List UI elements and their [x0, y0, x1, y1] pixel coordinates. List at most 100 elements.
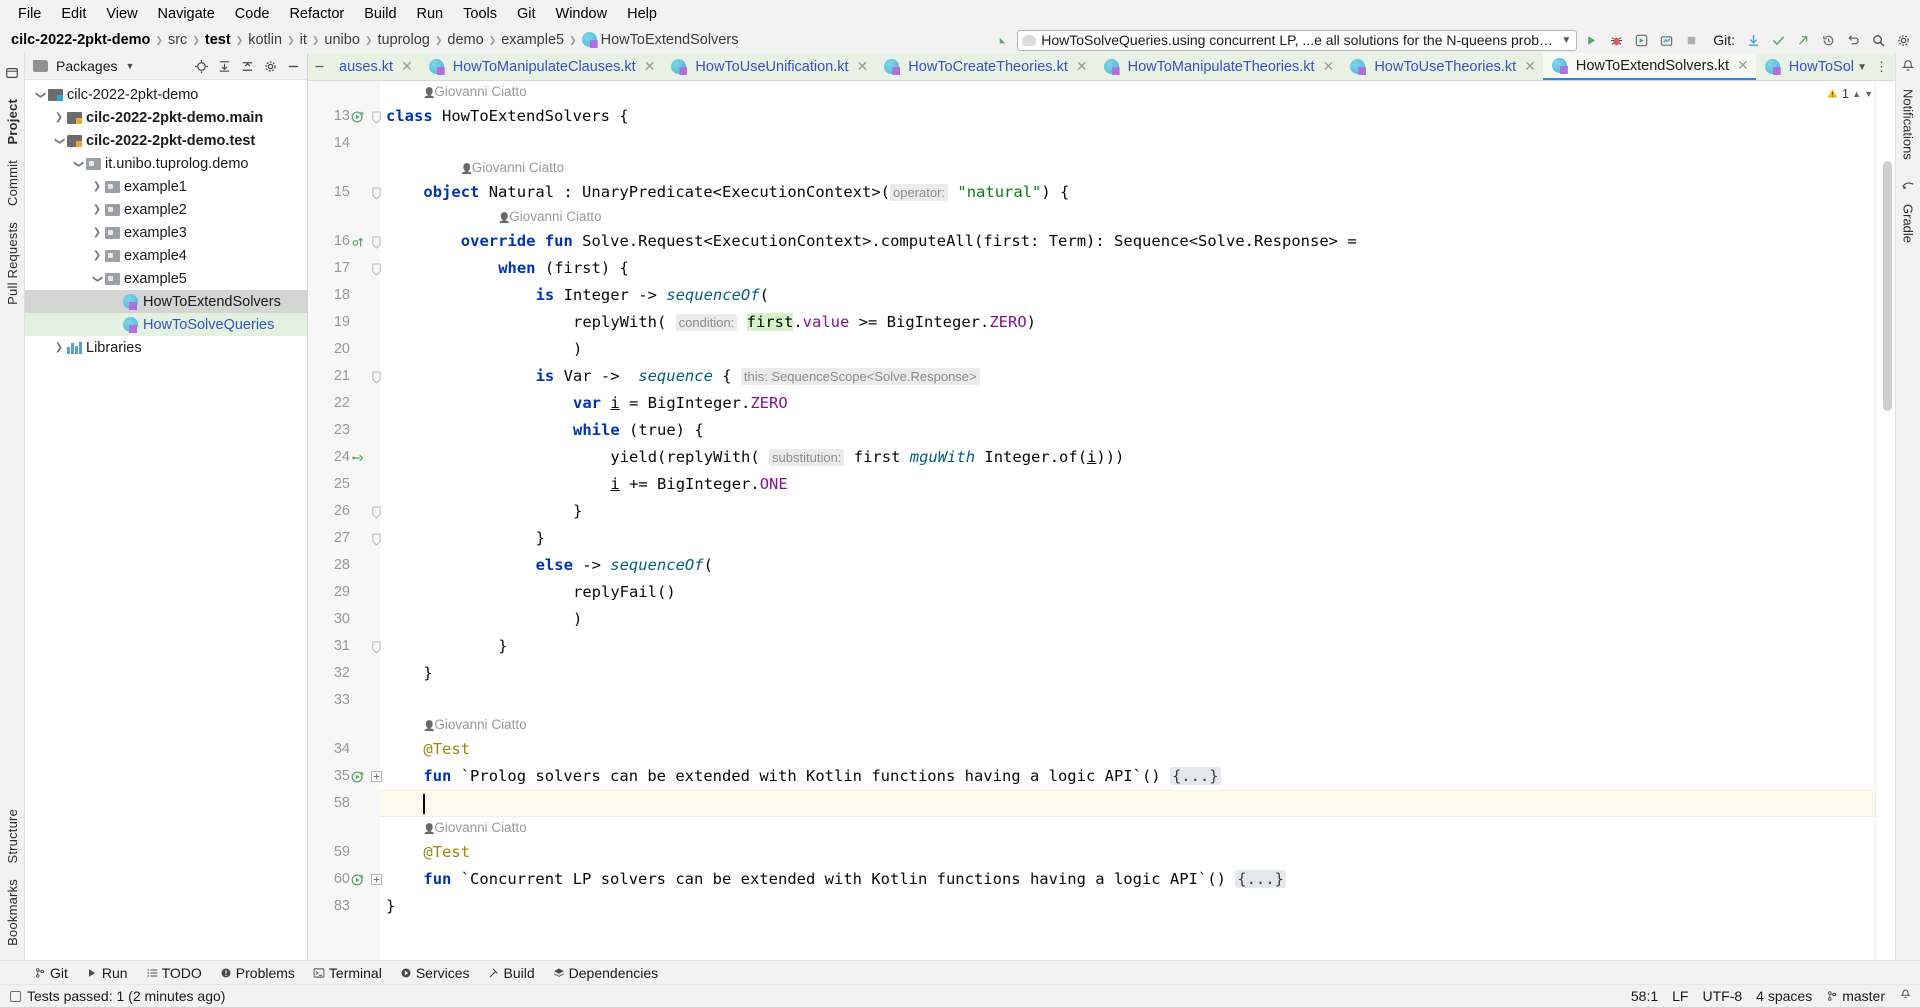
- profiler-button[interactable]: [1655, 29, 1677, 51]
- notification-bell-icon[interactable]: [1899, 988, 1912, 1004]
- breadcrumb-item-1[interactable]: src: [165, 32, 190, 48]
- breadcrumb-item-9[interactable]: HowToExtendSolvers: [579, 32, 742, 48]
- tree-node-howtoextendsolvers[interactable]: HowToExtendSolvers: [25, 290, 307, 313]
- chevron-right-icon[interactable]: ❯: [90, 227, 104, 238]
- update-project-button[interactable]: [1742, 29, 1764, 51]
- more-icon[interactable]: ⋮: [1872, 59, 1891, 75]
- close-icon[interactable]: ✕: [1076, 58, 1088, 75]
- code-line[interactable]: replyWith( condition: first.value >= Big…: [573, 309, 1036, 336]
- editor-tab-howtocreatetheories-kt[interactable]: HowToCreateTheories.kt ✕: [875, 53, 1094, 80]
- locate-icon[interactable]: [192, 57, 211, 76]
- close-icon[interactable]: ✕: [857, 58, 869, 75]
- code-line[interactable]: }: [573, 498, 582, 525]
- breadcrumb-item-3[interactable]: kotlin: [245, 32, 285, 48]
- menu-item-file[interactable]: File: [8, 4, 51, 24]
- chevron-up-icon[interactable]: ▲: [1852, 89, 1861, 99]
- chevron-down-icon[interactable]: ▼: [1854, 62, 1870, 73]
- project-view-selector-label[interactable]: Packages: [56, 58, 117, 74]
- tool-window-button-services[interactable]: Services: [392, 963, 478, 983]
- chevron-right-icon[interactable]: ❯: [90, 250, 104, 261]
- code-line[interactable]: }: [536, 525, 545, 552]
- back-arrow-icon[interactable]: [992, 29, 1014, 51]
- push-button[interactable]: [1792, 29, 1814, 51]
- editor-scrollbar-thumb[interactable]: [1883, 161, 1892, 411]
- tree-node-example2[interactable]: ❯ example2: [25, 198, 307, 221]
- menu-item-run[interactable]: Run: [407, 4, 454, 24]
- editor-scrollbar-area[interactable]: [1875, 81, 1895, 960]
- code-line[interactable]: var i = BigInteger.ZERO: [573, 390, 788, 417]
- code-line[interactable]: while (true) {: [573, 417, 704, 444]
- chevron-down-icon[interactable]: ❯: [35, 88, 46, 102]
- rail-label-commit[interactable]: Commit: [5, 152, 20, 214]
- chevron-right-icon[interactable]: ❯: [90, 181, 104, 192]
- code-line[interactable]: @Test: [423, 736, 470, 763]
- menu-item-build[interactable]: Build: [354, 4, 406, 24]
- code-line[interactable]: ): [573, 606, 582, 633]
- project-rail-icon[interactable]: [5, 66, 19, 84]
- menu-item-help[interactable]: Help: [617, 4, 667, 24]
- code-line[interactable]: i += BigInteger.ONE: [610, 471, 787, 498]
- menu-item-code[interactable]: Code: [225, 4, 280, 24]
- run-test-class-icon[interactable]: [351, 110, 365, 124]
- breadcrumb-item-7[interactable]: demo: [444, 32, 486, 48]
- breadcrumb-item-0[interactable]: cilc-2022-2pkt-demo: [8, 32, 153, 48]
- code-line[interactable]: }: [386, 893, 395, 920]
- editor-tab-howtouseunification-kt[interactable]: HowToUseUnification.kt ✕: [662, 53, 875, 80]
- gear-icon[interactable]: [261, 57, 280, 76]
- history-button[interactable]: [1817, 29, 1839, 51]
- tab-scroll-left-icon[interactable]: [308, 53, 330, 80]
- editor-tab-auses-kt[interactable]: auses.kt ✕: [330, 53, 420, 80]
- menu-item-refactor[interactable]: Refactor: [279, 4, 354, 24]
- code-line[interactable]: object Natural : UnaryPredicate<Executio…: [423, 179, 1069, 206]
- status-message[interactable]: Tests passed: 1 (2 minutes ago): [27, 988, 225, 1004]
- gradle-icon[interactable]: [1901, 178, 1915, 196]
- breadcrumb-item-6[interactable]: tuprolog: [374, 32, 432, 48]
- expand-all-icon[interactable]: [215, 57, 234, 76]
- menu-item-tools[interactable]: Tools: [453, 4, 507, 24]
- rail-label-bookmarks[interactable]: Bookmarks: [5, 871, 20, 954]
- tree-node-example4[interactable]: ❯ example4: [25, 244, 307, 267]
- code-line[interactable]: when (first) {: [498, 255, 629, 282]
- editor-tab-howtomanipulateclauses-kt[interactable]: HowToManipulateClauses.kt ✕: [420, 53, 663, 80]
- override-icon[interactable]: [351, 235, 365, 249]
- caret-position[interactable]: 58:1: [1631, 988, 1658, 1004]
- menu-item-navigate[interactable]: Navigate: [148, 4, 225, 24]
- tree-node-cilc-2022-2pkt-demo-test[interactable]: ❯ cilc-2022-2pkt-demo.test: [25, 129, 307, 152]
- file-encoding[interactable]: UTF-8: [1702, 988, 1742, 1004]
- tree-node-example1[interactable]: ❯ example1: [25, 175, 307, 198]
- git-branch-widget[interactable]: master: [1826, 988, 1885, 1004]
- breadcrumb-item-4[interactable]: it: [297, 32, 310, 48]
- tool-window-button-git[interactable]: Git: [26, 963, 76, 983]
- debug-button[interactable]: [1605, 29, 1627, 51]
- chevron-down-icon[interactable]: ▼: [1864, 89, 1873, 99]
- editor-tab-howtousetheories-kt[interactable]: HowToUseTheories.kt ✕: [1341, 53, 1543, 80]
- run-test-icon[interactable]: [351, 770, 365, 784]
- close-icon[interactable]: ✕: [401, 58, 413, 75]
- code-line[interactable]: class HowToExtendSolvers {: [386, 103, 629, 130]
- editor-tab-howtoextendsolvers-kt[interactable]: HowToExtendSolvers.kt ✕: [1542, 53, 1756, 80]
- breadcrumb-item-2[interactable]: test: [202, 32, 234, 48]
- indent-setting[interactable]: 4 spaces: [1756, 988, 1812, 1004]
- rail-label-structure[interactable]: Structure: [5, 801, 20, 872]
- tool-window-button-dependencies[interactable]: Dependencies: [545, 963, 667, 983]
- code-line[interactable]: override fun Solve.Request<ExecutionCont…: [461, 228, 1357, 255]
- code-line[interactable]: ): [573, 336, 582, 363]
- editor-tab-howtomanipulatetheories-kt[interactable]: HowToManipulateTheories.kt ✕: [1095, 53, 1342, 80]
- rail-label-gradle[interactable]: Gradle: [1901, 196, 1916, 251]
- rail-label-pull-requests[interactable]: Pull Requests: [5, 214, 20, 313]
- code-line[interactable]: else -> sequenceOf(: [536, 552, 713, 579]
- search-everywhere-button[interactable]: [1867, 29, 1889, 51]
- chevron-right-icon[interactable]: ❯: [90, 204, 104, 215]
- code-line[interactable]: }: [498, 633, 507, 660]
- run-configuration-selector[interactable]: HowToSolveQueries.using concurrent LP, .…: [1017, 29, 1578, 51]
- collapse-all-icon[interactable]: [238, 57, 257, 76]
- menu-item-window[interactable]: Window: [546, 4, 618, 24]
- code-line[interactable]: replyFail(): [573, 579, 676, 606]
- close-icon[interactable]: ✕: [1737, 57, 1749, 74]
- rollback-button[interactable]: [1842, 29, 1864, 51]
- close-icon[interactable]: ✕: [1524, 58, 1536, 75]
- tool-window-button-todo[interactable]: TODO: [138, 963, 210, 983]
- code-line[interactable]: fun `Concurrent LP solvers can be extend…: [423, 866, 1286, 893]
- tree-node-cilc-2022-2pkt-demo-main[interactable]: ❯ cilc-2022-2pkt-demo.main: [25, 106, 307, 129]
- menu-item-edit[interactable]: Edit: [51, 4, 96, 24]
